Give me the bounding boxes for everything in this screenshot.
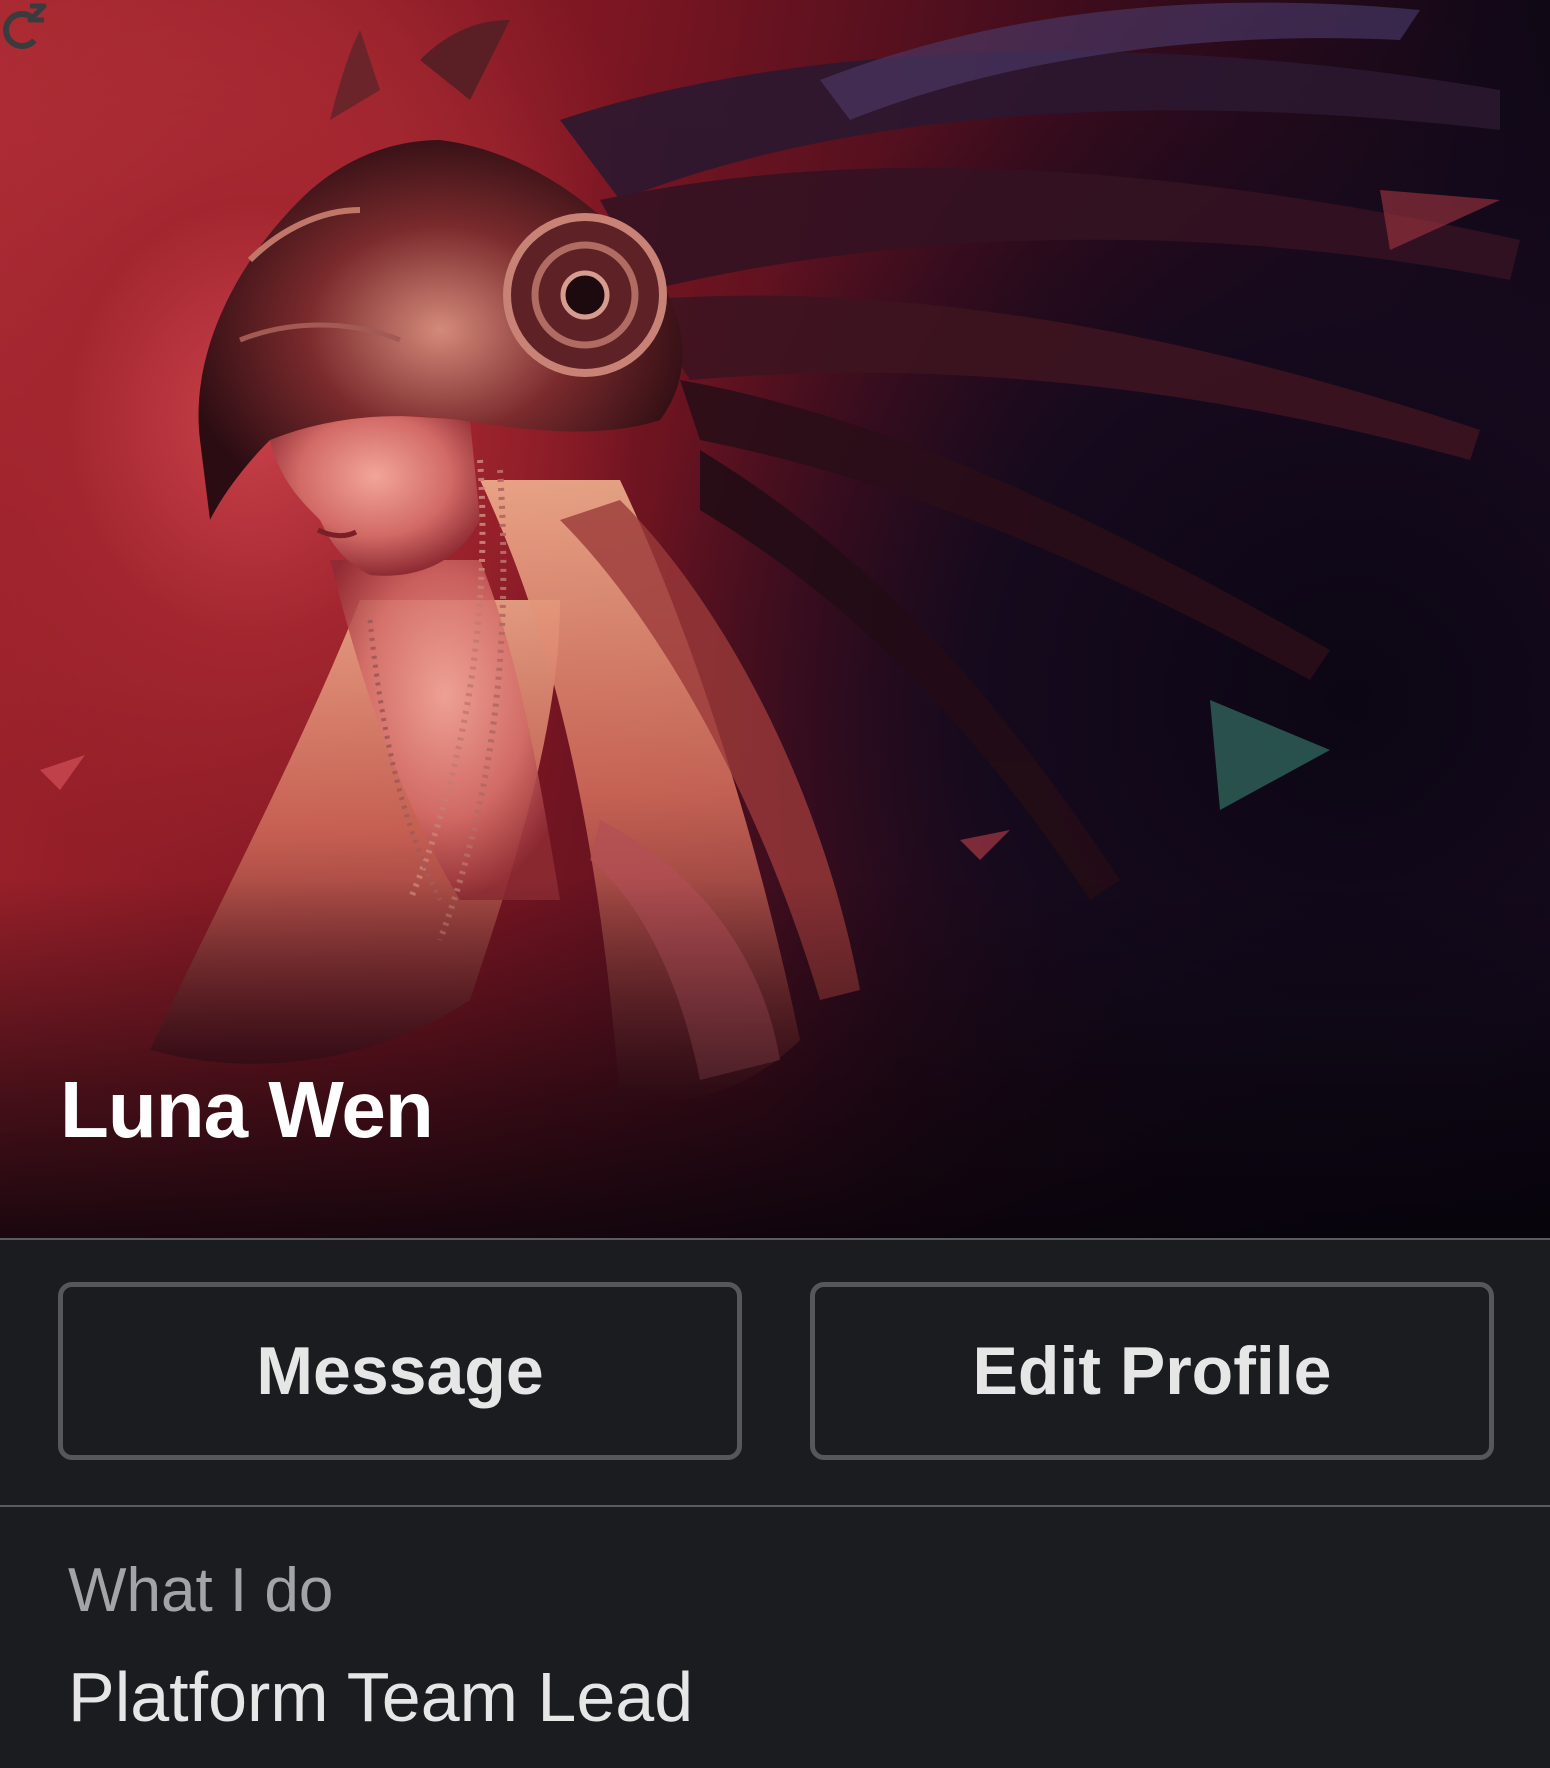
cover-photo: Luna Wen [0, 0, 1550, 1238]
profile-name: Luna Wen [60, 1065, 434, 1154]
message-button[interactable]: Message [58, 1282, 742, 1460]
divider-top [0, 1238, 1550, 1240]
profile-page: Luna Wen Message Edit Profile What I do … [0, 0, 1550, 1768]
divider-bottom [0, 1505, 1550, 1507]
what-i-do-label: What I do [68, 1556, 334, 1625]
what-i-do-value: Platform Team Lead [68, 1658, 694, 1736]
cover-gradient [0, 878, 1550, 1238]
edit-profile-button[interactable]: Edit Profile [810, 1282, 1494, 1460]
snooze-icon [3, 3, 47, 49]
